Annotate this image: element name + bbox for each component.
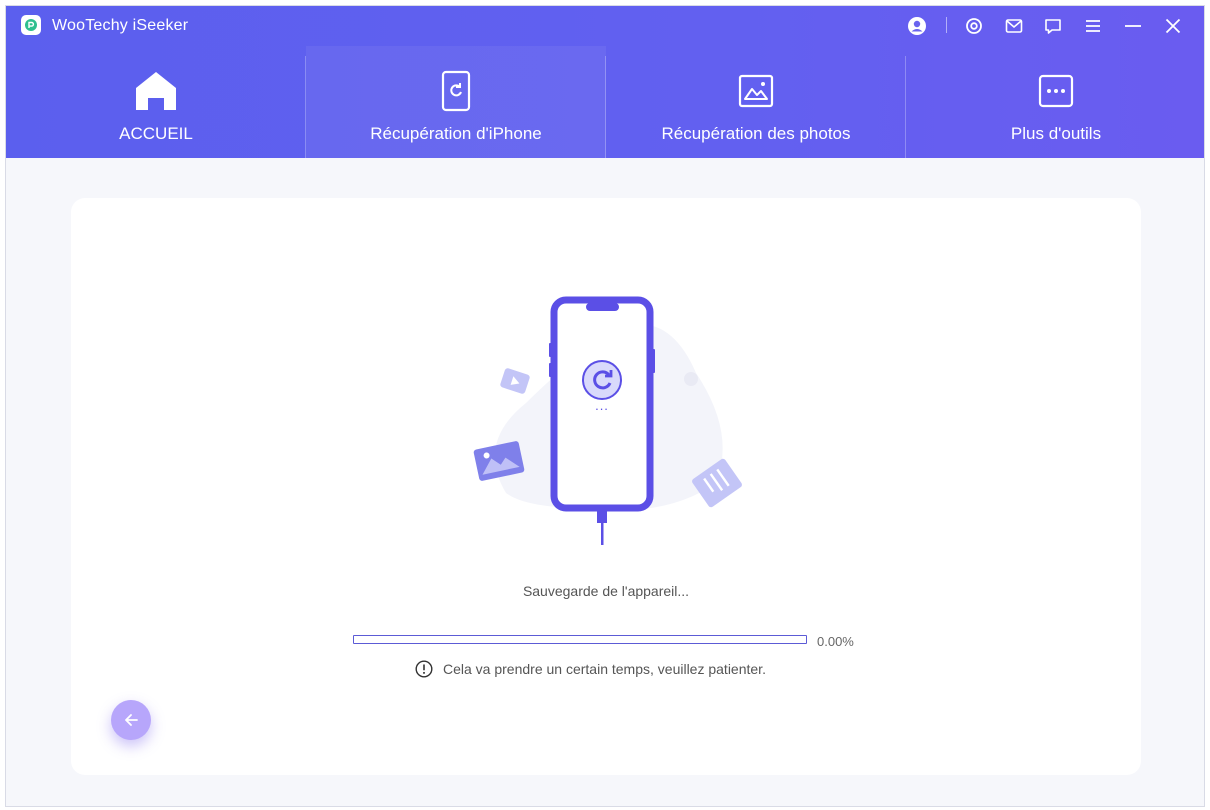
feedback-icon[interactable] — [1041, 14, 1065, 38]
tab-more-tools[interactable]: Plus d'outils — [906, 46, 1204, 158]
app-window: WooTechy iSeeker ACCUEIL Récupération d'… — [5, 5, 1205, 807]
iphone-recovery-icon — [433, 68, 479, 114]
phone-graphic — [549, 296, 655, 545]
home-icon — [133, 68, 179, 114]
minimize-icon[interactable] — [1121, 14, 1145, 38]
close-icon[interactable] — [1161, 14, 1185, 38]
backup-progress-panel: ... Sauvegarde de l'appareil... 0.00% Ce… — [71, 198, 1141, 775]
account-icon[interactable] — [905, 14, 929, 38]
iseeker-logo-icon — [21, 15, 41, 35]
tab-label: Récupération des photos — [661, 124, 851, 143]
tab-photo-recovery[interactable]: Récupération des photos — [606, 46, 906, 158]
backup-progress-bar — [353, 635, 807, 644]
settings-icon[interactable] — [962, 14, 986, 38]
back-button[interactable] — [111, 700, 151, 740]
tab-iphone-recovery[interactable]: Récupération d'iPhone — [306, 46, 606, 158]
more-tools-icon — [1033, 68, 1079, 114]
title-bar: WooTechy iSeeker — [6, 6, 1204, 46]
arrow-left-icon — [125, 714, 138, 726]
phone-loading-dots: ... — [595, 398, 609, 413]
progress-percent: 0.00% — [817, 634, 854, 649]
tab-label: Plus d'outils — [1010, 124, 1102, 143]
app-title: WooTechy iSeeker — [52, 17, 189, 34]
iphone-backup-illustration: ... — [466, 293, 746, 553]
tab-label: Récupération d'iPhone — [370, 124, 542, 143]
menu-icon[interactable] — [1081, 14, 1105, 38]
wait-notice-text: Cela va prendre un certain temps, veuill… — [443, 661, 766, 677]
titlebar-divider — [946, 17, 947, 33]
header: WooTechy iSeeker ACCUEIL Récupération d'… — [6, 6, 1204, 158]
wait-notice: Cela va prendre un certain temps, veuill… — [415, 660, 766, 678]
tab-home[interactable]: ACCUEIL — [6, 46, 306, 158]
mail-icon[interactable] — [1002, 14, 1026, 38]
video-card-icon — [500, 368, 530, 394]
main-tabs: ACCUEIL Récupération d'iPhone Récupérati… — [6, 46, 1204, 158]
warning-icon — [415, 660, 433, 678]
backup-status-text: Sauvegarde de l'appareil... — [522, 583, 690, 599]
photo-recovery-icon — [733, 68, 779, 114]
tab-label: ACCUEIL — [119, 124, 193, 143]
